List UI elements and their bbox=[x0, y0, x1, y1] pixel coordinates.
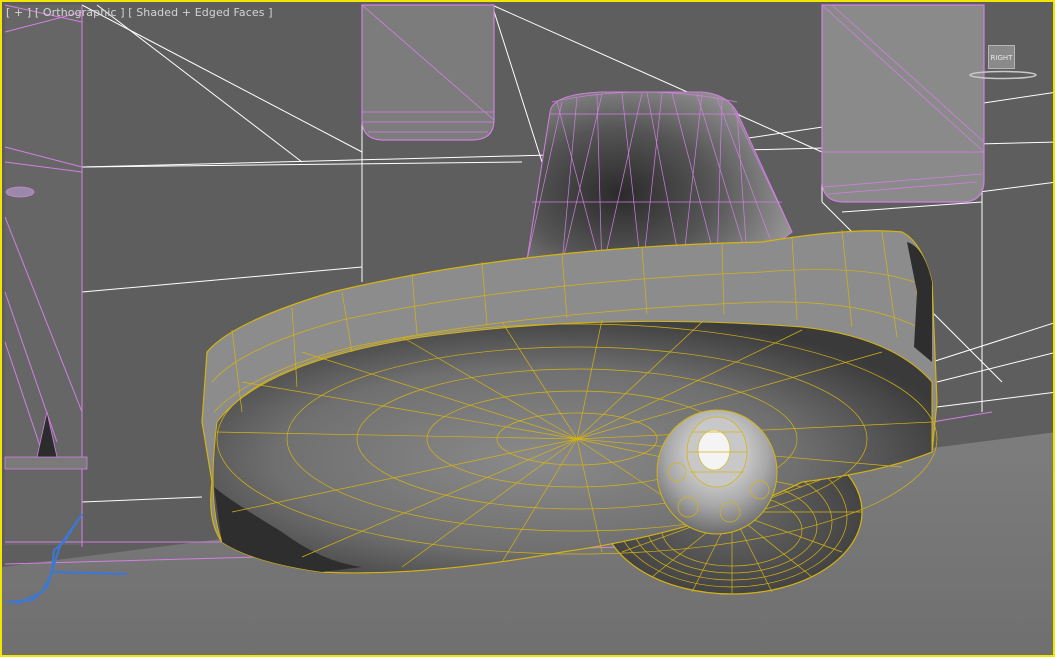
top-right-box bbox=[821, 4, 985, 203]
hub bbox=[656, 409, 778, 535]
left-small-disc bbox=[5, 186, 35, 198]
left-ledge bbox=[4, 456, 88, 470]
viewcube-face-right[interactable]: RIGHT bbox=[988, 45, 1015, 69]
viewport-label: [ + ] [ Orthographic ] [ Shaded + Edged … bbox=[6, 6, 273, 19]
viewcube-icon[interactable]: RIGHT bbox=[969, 42, 1049, 84]
top-left-box bbox=[361, 4, 495, 141]
viewport-perspective[interactable]: [ + ] [ Orthographic ] [ Shaded + Edged … bbox=[0, 0, 1055, 657]
viewport-view-menu[interactable]: [ Orthographic ] bbox=[35, 6, 125, 19]
viewport-shading-menu[interactable]: [ Shaded + Edged Faces ] bbox=[128, 6, 272, 19]
viewport-menu-plus[interactable]: [ + ] bbox=[6, 6, 31, 19]
scene-canvas[interactable] bbox=[2, 2, 1055, 657]
